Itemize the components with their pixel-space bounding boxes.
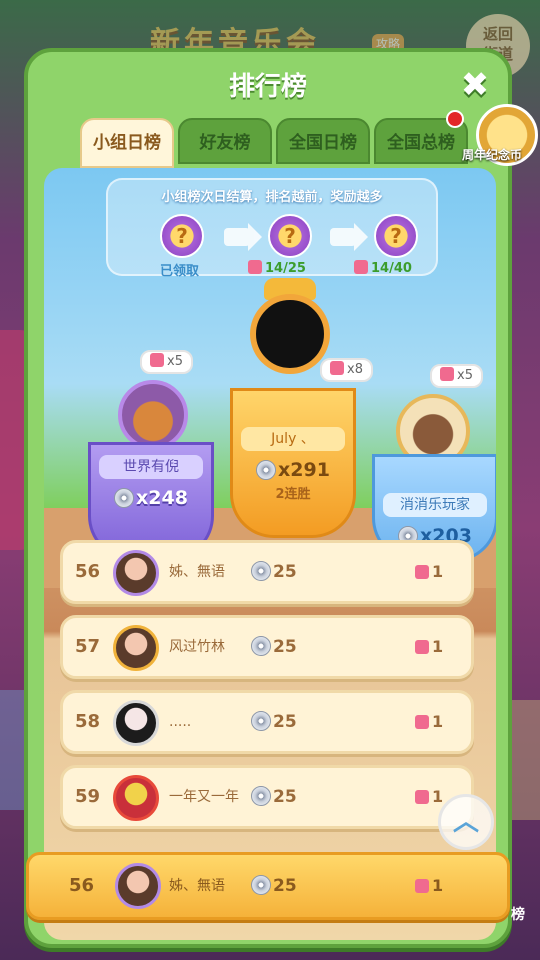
player-name: 姊、無语: [169, 878, 225, 894]
puzzle-piece-icon: [415, 790, 429, 804]
avatar[interactable]: [113, 775, 159, 821]
player-pieces: 1: [415, 855, 443, 917]
podium-name: 消消乐玩家: [383, 493, 487, 517]
score-value: 25: [273, 712, 297, 732]
avatar[interactable]: [113, 625, 159, 671]
pieces-value: 1: [432, 562, 444, 581]
arrow-right-icon: [224, 223, 262, 251]
reward-chest-icon[interactable]: ?: [268, 214, 312, 258]
puzzle-piece-icon: [440, 367, 454, 381]
podium-streak: 2连胜: [275, 487, 311, 502]
rank-number: 57: [75, 636, 101, 657]
rank-number: 58: [75, 711, 101, 732]
pieces-bubble-third: x5: [430, 364, 483, 388]
puzzle-piece-icon: [415, 565, 429, 579]
reward-info-box: 小组榜次日结算，排名越前，奖励越多 ? ? ? 已领取 14/25 14/40: [106, 178, 438, 279]
info-text: 小组榜次日结算，排名越前，奖励越多: [161, 190, 383, 205]
disc-icon: [114, 488, 135, 508]
podium-score: x248: [91, 487, 211, 509]
pieces-count: x8: [347, 362, 363, 377]
player-name: 一年又一年: [169, 789, 239, 805]
reward-progress-text: 14/25: [265, 261, 306, 276]
reward-progress-text: 14/40: [371, 261, 412, 276]
tab-group-daily[interactable]: 小组日榜: [80, 118, 174, 168]
disc-icon: [251, 786, 271, 806]
pieces-value: 1: [432, 712, 444, 731]
reward-chest-icon[interactable]: ?: [160, 214, 204, 258]
tab-national-daily[interactable]: 全国日榜: [276, 118, 370, 164]
podium-score-value: x248: [136, 487, 188, 509]
list-row[interactable]: 56 姊、無语 25 1: [60, 540, 474, 604]
score-value: 25: [273, 637, 297, 657]
player-score: 25: [251, 618, 297, 676]
podium-name: July 、: [241, 427, 345, 451]
puzzle-piece-icon: [354, 260, 368, 274]
player-name: 姊、無语: [169, 564, 225, 580]
reward-progress: 14/40: [354, 260, 412, 276]
score-value: 25: [273, 562, 297, 582]
rank-number: 56: [75, 561, 101, 582]
podium-first: July 、 x291 2连胜: [230, 388, 356, 538]
pieces-value: 1: [432, 787, 444, 806]
puzzle-piece-icon: [415, 879, 429, 893]
puzzle-piece-icon: [415, 640, 429, 654]
reward-progress: 14/25: [248, 260, 306, 276]
disc-icon: [251, 636, 271, 656]
pieces-value: 1: [432, 637, 444, 656]
list-row[interactable]: 58 ..... 25 1: [60, 690, 474, 754]
disc-icon: [251, 875, 271, 895]
pieces-value: 1: [432, 876, 444, 895]
player-pieces: 1: [415, 543, 443, 601]
notification-dot-icon: [446, 110, 464, 128]
tab-friends[interactable]: 好友榜: [178, 118, 272, 164]
disc-icon: [251, 711, 271, 731]
panel-title: 排行榜: [228, 72, 307, 102]
disc-icon: [251, 561, 271, 581]
player-score: 25: [251, 543, 297, 601]
rank-number: 59: [75, 786, 101, 807]
player-score: 25: [251, 855, 297, 917]
player-pieces: 1: [415, 693, 443, 751]
pieces-bubble-second: x5: [140, 350, 193, 374]
list-row[interactable]: 57 风过竹林 25 1: [60, 615, 474, 679]
avatar-second[interactable]: [118, 380, 188, 450]
list-row[interactable]: 59 一年又一年 25 1: [60, 765, 474, 829]
avatar[interactable]: [115, 863, 161, 909]
bottom-right-label: 榜: [511, 907, 525, 923]
rank-number: 56: [69, 875, 95, 896]
pieces-count: x5: [457, 368, 473, 383]
reward-label: 已领取: [160, 264, 200, 279]
reward-chest-icon[interactable]: ?: [374, 214, 418, 258]
pieces-count: x5: [167, 354, 183, 369]
puzzle-piece-icon: [248, 260, 262, 274]
podium-name: 世界有倪: [99, 455, 203, 479]
podium-score: x291: [233, 459, 353, 481]
avatar-first[interactable]: [250, 294, 330, 374]
puzzle-piece-icon: [330, 361, 344, 375]
player-name: 风过竹林: [169, 639, 225, 655]
my-rank-row: 56 姊、無语 25 1: [26, 852, 510, 920]
score-value: 25: [273, 876, 297, 896]
player-score: 25: [251, 768, 297, 826]
puzzle-piece-icon: [150, 353, 164, 367]
player-name: .....: [169, 714, 192, 730]
scroll-up-button[interactable]: ︿: [438, 794, 494, 850]
avatar[interactable]: [113, 550, 159, 596]
player-score: 25: [251, 693, 297, 751]
tab-bar: 小组日榜 好友榜 全国日榜 全国总榜: [80, 118, 468, 168]
pieces-bubble-first: x8: [320, 358, 373, 382]
close-button[interactable]: ✖: [456, 66, 494, 104]
score-value: 25: [273, 787, 297, 807]
podium-score-value: x291: [278, 459, 330, 481]
puzzle-piece-icon: [415, 715, 429, 729]
arrow-right-icon: [330, 223, 368, 251]
avatar[interactable]: [113, 700, 159, 746]
coin-label: 周年纪念币: [462, 148, 523, 162]
disc-icon: [256, 460, 277, 480]
player-pieces: 1: [415, 618, 443, 676]
